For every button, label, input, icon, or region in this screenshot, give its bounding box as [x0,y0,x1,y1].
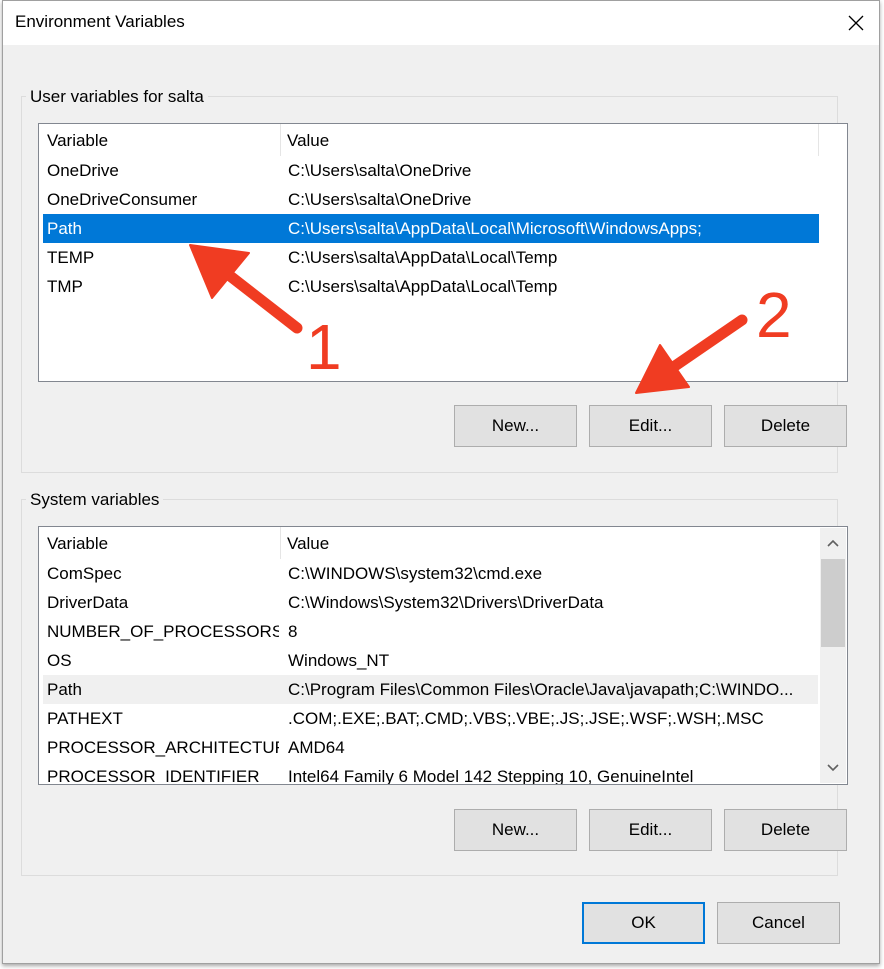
window-title: Environment Variables [15,12,185,31]
variable-value-cell: Windows_NT [288,651,390,670]
variable-name-cell: OneDriveConsumer [47,190,198,209]
variable-name-cell: TEMP [47,248,95,267]
variable-name-cell: Path [47,680,82,699]
close-button[interactable] [833,1,879,45]
system-new-button[interactable]: New... [454,809,577,851]
title-bar: Environment Variables [3,1,879,45]
annotation-label-1: 1 [306,311,342,383]
variable-name-cell: OneDrive [47,161,119,180]
table-row[interactable]: PROCESSOR_IDENTIFIER Intel64 Family 6 Mod… [43,762,818,785]
variable-name-cell: ComSpec [47,564,122,583]
table-row[interactable]: PROCESSOR_ARCHITECTURE AMD64 [43,733,818,762]
column-header-value[interactable]: Value [281,527,819,559]
variable-name-cell: OS [47,651,72,670]
annotation-label-2: 2 [756,279,792,351]
cancel-button[interactable]: Cancel [717,902,840,944]
chevron-down-icon [827,764,839,772]
variable-value-cell: C:\WINDOWS\system32\cmd.exe [288,564,543,583]
environment-variables-dialog: Environment Variables User variables for… [2,0,880,964]
user-delete-button[interactable]: Delete [724,405,847,447]
table-row[interactable]: PATHEXT .COM;.EXE;.BAT;.CMD;.VBS;.VBE;.JS… [43,704,818,733]
variable-value-cell: C:\Users\salta\OneDrive [288,161,472,180]
variable-name-cell: DriverData [47,593,129,612]
chevron-up-icon [827,539,839,547]
variable-name-cell: PROCESSOR_ARCHITECTURE [47,738,279,757]
table-row[interactable]: OneDrive C:\Users\salta\OneDrive [43,156,819,185]
close-icon [848,15,864,31]
variable-value-cell: C:\Program Files\Common Files\Oracle\Jav… [288,680,794,699]
variable-name-cell: Path [47,219,82,238]
table-row[interactable]: ComSpec C:\WINDOWS\system32\cmd.exe [43,559,818,588]
list-header: Variable Value [39,527,847,559]
system-variables-list[interactable]: Variable Value ComSpec C:\WINDOWS\system3… [38,526,848,785]
table-row[interactable]: NUMBER_OF_PROCESSORS 8 [43,617,818,646]
variable-name-cell: TMP [47,277,83,296]
system-delete-button[interactable]: Delete [724,809,847,851]
variable-value-cell: .COM;.EXE;.BAT;.CMD;.VBS;.VBE;.JS;.JSE;.… [288,709,764,728]
variable-value-cell: C:\Users\salta\AppData\Local\Temp [288,277,558,296]
table-row[interactable]: Path C:\Program Files\Common Files\Oracle… [43,675,818,704]
variable-name-cell: PATHEXT [47,709,123,728]
variable-name-cell: PROCESSOR_IDENTIFIER [47,767,260,785]
list-header: Variable Value [39,124,847,156]
scrollbar-thumb[interactable] [821,559,845,647]
user-variables-list[interactable]: Variable Value OneDrive C:\Users\salta\On… [38,123,848,382]
ok-button[interactable]: OK [582,902,705,944]
variable-name-cell: NUMBER_OF_PROCESSORS [47,622,279,641]
variable-value-cell: AMD64 [288,738,345,757]
column-header-variable[interactable]: Variable [41,124,281,156]
variable-value-cell: C:\Users\salta\AppData\Local\Temp [288,248,558,267]
table-row[interactable]: OneDriveConsumer C:\Users\salta\OneDrive [43,185,819,214]
variable-value-cell: C:\Users\salta\AppData\Local\Microsoft\W… [288,219,702,238]
table-row[interactable]: OS Windows_NT [43,646,818,675]
system-edit-button[interactable]: Edit... [589,809,712,851]
variable-value-cell: 8 [288,622,298,641]
table-row[interactable]: TMP C:\Users\salta\AppData\Local\Temp [43,272,819,301]
system-variables-label: System variables [26,490,164,510]
table-row[interactable]: DriverData C:\Windows\System32\Drivers\Dr… [43,588,818,617]
table-row[interactable]: TEMP C:\Users\salta\AppData\Local\Temp [43,243,819,272]
vertical-scrollbar[interactable] [820,528,846,783]
user-variables-label: User variables for salta [26,87,208,107]
variable-value-cell: C:\Windows\System32\Drivers\DriverData [288,593,604,612]
variable-value-cell: Intel64 Family 6 Model 142 Stepping 10, … [288,767,694,785]
scroll-down-button[interactable] [820,753,846,783]
column-header-variable[interactable]: Variable [41,527,281,559]
user-edit-button[interactable]: Edit... [589,405,712,447]
user-new-button[interactable]: New... [454,405,577,447]
column-header-value[interactable]: Value [281,124,819,156]
table-row[interactable]: Path C:\Users\salta\AppData\Local\Microso… [43,214,819,243]
scroll-up-button[interactable] [820,528,846,558]
variable-value-cell: C:\Users\salta\OneDrive [288,190,472,209]
